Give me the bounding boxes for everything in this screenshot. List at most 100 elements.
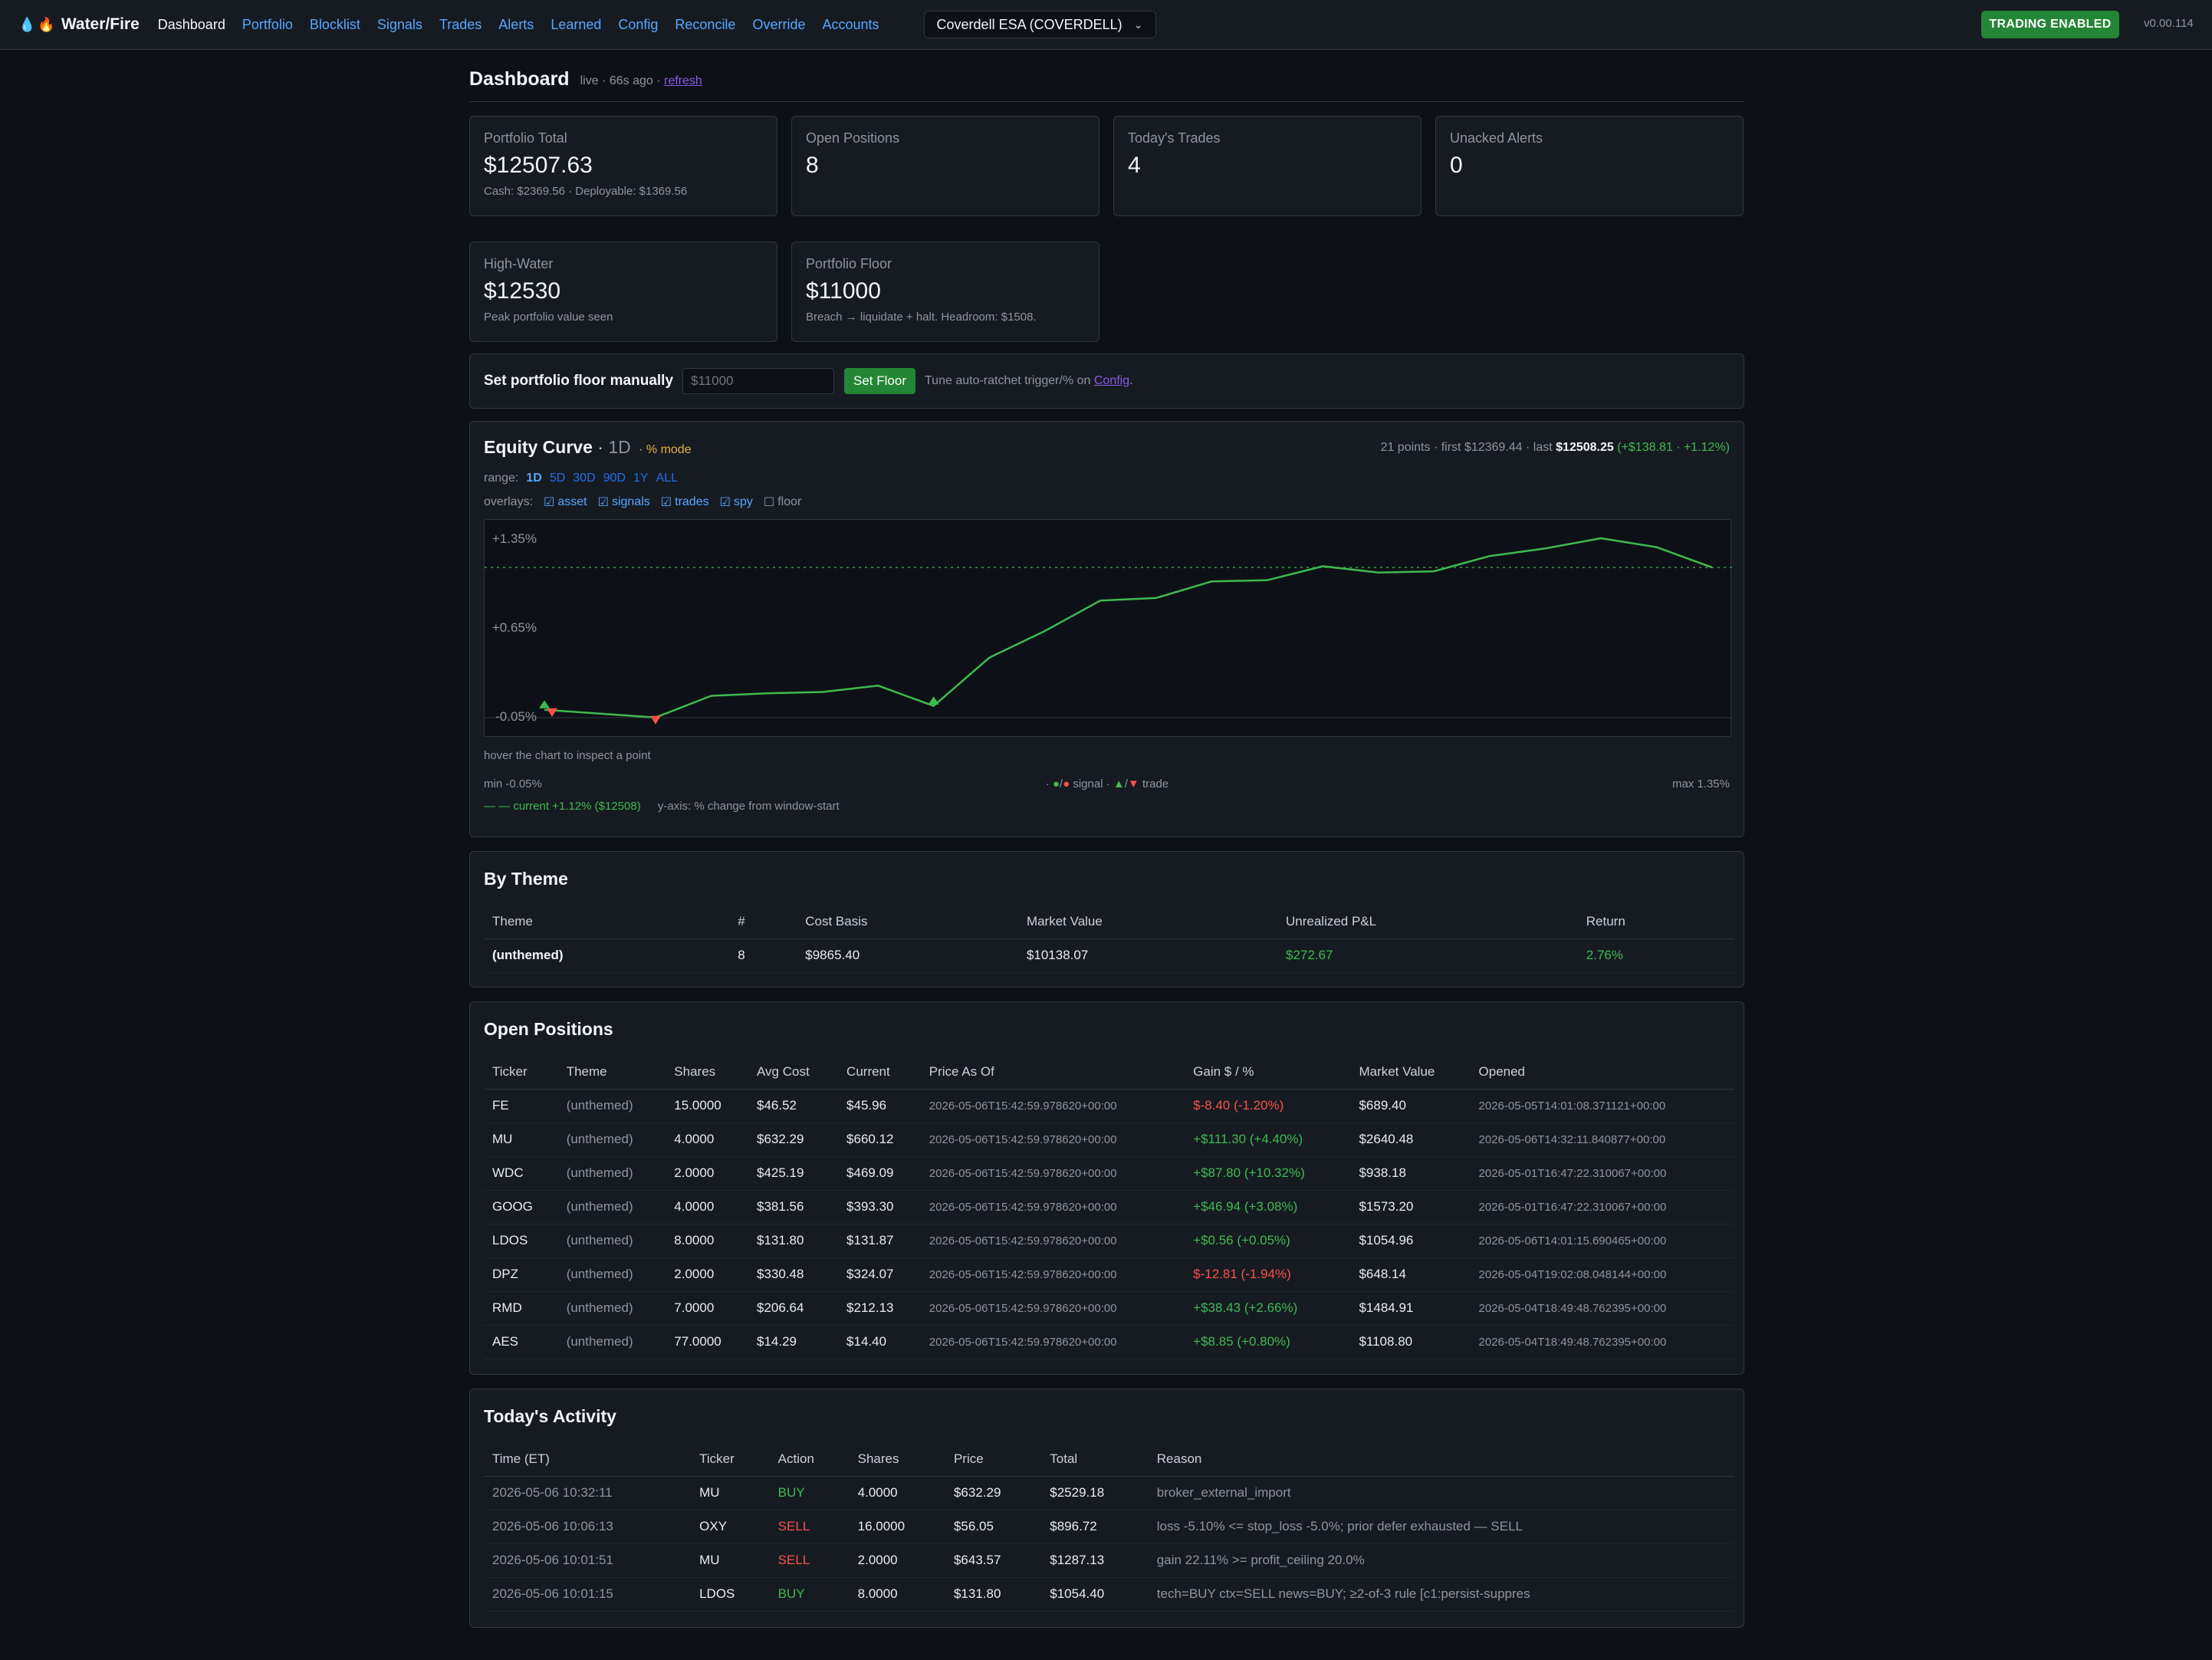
table-cell: (unthemed) <box>484 938 730 973</box>
y-tick-label: +0.65% <box>492 620 537 635</box>
table-row[interactable]: FE (unthemed) 15.0000 $46.52 $45.96 2026-05-0… <box>484 1089 1734 1123</box>
checkbox-unchecked-icon: ☐ <box>763 496 775 509</box>
nav-alerts[interactable]: Alerts <box>498 17 534 33</box>
table-row[interactable]: 2026-05-06 10:32:11 MU BUY 4.0000 $632.29 $25… <box>484 1476 1734 1510</box>
table-row[interactable]: (unthemed) 8 $9865.40 $10138.07 $272.67 2.76% <box>484 938 1734 973</box>
nav-config[interactable]: Config <box>618 17 658 33</box>
overlay-label: signals <box>611 495 650 508</box>
column-header: Theme <box>484 905 730 939</box>
nav-trades[interactable]: Trades <box>439 17 482 33</box>
column-header: Gain $ / % <box>1185 1055 1351 1090</box>
stat-sub: Peak portfolio value seen <box>484 311 613 324</box>
table-cell: 2.0000 <box>666 1156 749 1191</box>
overlay-floor[interactable]: ☐ floor <box>764 495 801 510</box>
table-cell: 8 <box>729 938 797 973</box>
table-row[interactable]: WDC (unthemed) 2.0000 $425.19 $469.09 2026-05… <box>484 1156 1734 1191</box>
column-header: Price As Of <box>920 1055 1185 1090</box>
table-cell: $56.05 <box>945 1510 1042 1544</box>
overlay-selector: overlays: ☑ asset ☑ signals ☑ trades ☑ spy ☐… <box>484 495 1730 510</box>
overlay-signals[interactable]: ☑ signals <box>598 495 650 510</box>
trade-down-triangle-icon: ▼ <box>1127 777 1139 791</box>
table-cell: 2026-05-06T15:42:59.978620+00:00 <box>920 1224 1185 1258</box>
table-cell: (unthemed) <box>557 1156 666 1191</box>
table-row[interactable]: GOOG (unthemed) 4.0000 $381.56 $393.30 2026-0… <box>484 1190 1734 1224</box>
range-90d[interactable]: 90D <box>603 472 626 485</box>
table-body: FE (unthemed) 15.0000 $46.52 $45.96 2026-05-0… <box>484 1089 1734 1359</box>
nav-signals[interactable]: Signals <box>377 17 422 33</box>
table-cell: $648.14 <box>1350 1257 1471 1292</box>
range-all[interactable]: ALL <box>656 472 678 485</box>
table-cell: 7.0000 <box>666 1291 749 1326</box>
table-cell: $-12.81 (-1.94%) <box>1185 1257 1351 1292</box>
account-select[interactable]: Coverdell ESA (COVERDELL) ⌄ <box>923 11 1156 38</box>
set-floor-button[interactable]: Set Floor <box>844 368 915 394</box>
range-30d[interactable]: 30D <box>573 472 595 485</box>
equity-curve-card: Equity Curve · 1D · % mode 21 points · f… <box>469 421 1744 837</box>
equity-summary-prefix: 21 points · first $12369.44 · last <box>1380 440 1553 454</box>
chart-yaxis-note: y-axis: % change from window-start <box>657 800 840 813</box>
table-row[interactable]: MU (unthemed) 4.0000 $632.29 $660.12 2026-05-… <box>484 1123 1734 1157</box>
table-row[interactable]: DPZ (unthemed) 2.0000 $330.48 $324.07 2026-05… <box>484 1257 1734 1292</box>
config-link[interactable]: Config <box>1094 374 1129 387</box>
table-cell: loss -5.10% <= stop_loss -5.0%; prior de… <box>1148 1510 1734 1544</box>
refresh-link[interactable]: refresh <box>664 74 702 87</box>
overlay-trades[interactable]: ☑ trades <box>661 495 709 510</box>
table-row[interactable]: 2026-05-06 10:01:51 MU SELL 2.0000 $643.57 $1… <box>484 1543 1734 1578</box>
nav-dashboard[interactable]: Dashboard <box>158 17 225 33</box>
nav-blocklist[interactable]: Blocklist <box>310 17 360 33</box>
stat-value: $11000 <box>806 278 881 304</box>
open-positions-card: Open Positions Ticker Theme Shares Avg Cost… <box>469 1001 1744 1375</box>
nav-portfolio[interactable]: Portfolio <box>242 17 293 33</box>
brand[interactable]: 💧 🔥 Water/Fire <box>18 15 140 34</box>
trading-status-badge[interactable]: TRADING ENABLED <box>1981 11 2119 38</box>
todays-activity-card: Today's Activity Time (ET) Ticker Action Sh… <box>469 1389 1744 1628</box>
chart-legend: · ●/● signal · ▲/▼ trade <box>1045 777 1169 791</box>
table-cell: $469.09 <box>838 1156 921 1191</box>
equity-chart[interactable]: +1.35% +0.65% -0.05% <box>484 519 1732 737</box>
table-cell: 2026-05-06T15:42:59.978620+00:00 <box>920 1089 1185 1123</box>
equity-title: Equity Curve · 1D · % mode <box>484 437 692 458</box>
table-cell: +$0.56 (+0.05%) <box>1185 1224 1351 1258</box>
table-cell: 2026-05-04T18:49:48.762395+00:00 <box>1470 1291 1734 1326</box>
range-5d[interactable]: 5D <box>550 472 565 485</box>
table-cell: SELL <box>769 1543 850 1578</box>
table-cell: WDC <box>484 1156 558 1191</box>
table-cell: $131.80 <box>945 1577 1042 1612</box>
table-cell: $896.72 <box>1041 1510 1149 1544</box>
floor-input[interactable]: $11000 <box>682 368 835 394</box>
column-header: Action <box>769 1442 850 1477</box>
table-cell: 77.0000 <box>666 1325 749 1359</box>
nav-learned[interactable]: Learned <box>551 17 601 33</box>
nav-override[interactable]: Override <box>752 17 805 33</box>
table-cell: 4.0000 <box>849 1476 945 1510</box>
table-cell: $660.12 <box>838 1123 921 1157</box>
page-title: Dashboard <box>469 68 570 90</box>
table-cell: 2026-05-06T15:42:59.978620+00:00 <box>920 1291 1185 1326</box>
table-cell: +$111.30 (+4.40%) <box>1185 1123 1351 1157</box>
table-row[interactable]: 2026-05-06 10:01:15 LDOS BUY 8.0000 $131.80 $… <box>484 1577 1734 1612</box>
table-row[interactable]: LDOS (unthemed) 8.0000 $131.80 $131.87 2026-0… <box>484 1224 1734 1258</box>
table-cell: $689.40 <box>1350 1089 1471 1123</box>
trade-sell-marker <box>650 715 662 725</box>
stat-label: Open Positions <box>806 130 900 146</box>
column-header: Time (ET) <box>484 1442 692 1477</box>
equity-mode[interactable]: · % mode <box>639 443 691 456</box>
table-row[interactable]: 2026-05-06 10:06:13 OXY SELL 16.0000 $56.05 $… <box>484 1510 1734 1544</box>
table-cell: 2026-05-06 10:01:15 <box>484 1577 692 1612</box>
table-row[interactable]: RMD (unthemed) 7.0000 $206.64 $212.13 2026-05… <box>484 1291 1734 1326</box>
nav-accounts[interactable]: Accounts <box>822 17 879 33</box>
range-1d[interactable]: 1D <box>526 472 541 485</box>
table-cell: OXY <box>691 1510 770 1544</box>
range-1y[interactable]: 1Y <box>633 472 649 485</box>
overlay-spy[interactable]: ☑ spy <box>720 495 753 510</box>
table-cell: $131.80 <box>748 1224 839 1258</box>
table-cell: 15.0000 <box>666 1089 749 1123</box>
nav-reconcile[interactable]: Reconcile <box>675 17 735 33</box>
table-cell: FE <box>484 1089 558 1123</box>
overlay-asset[interactable]: ☑ asset <box>544 495 587 510</box>
water-drop-icon: 💧 <box>18 16 36 32</box>
stats-row-2: High-Water $12530 Peak portfolio value s… <box>469 242 1744 342</box>
top-navbar: 💧 🔥 Water/Fire Dashboard Portfolio Block… <box>0 0 2212 50</box>
table-row[interactable]: AES (unthemed) 77.0000 $14.29 $14.40 2026-05-… <box>484 1325 1734 1359</box>
table-cell: $393.30 <box>838 1190 921 1224</box>
